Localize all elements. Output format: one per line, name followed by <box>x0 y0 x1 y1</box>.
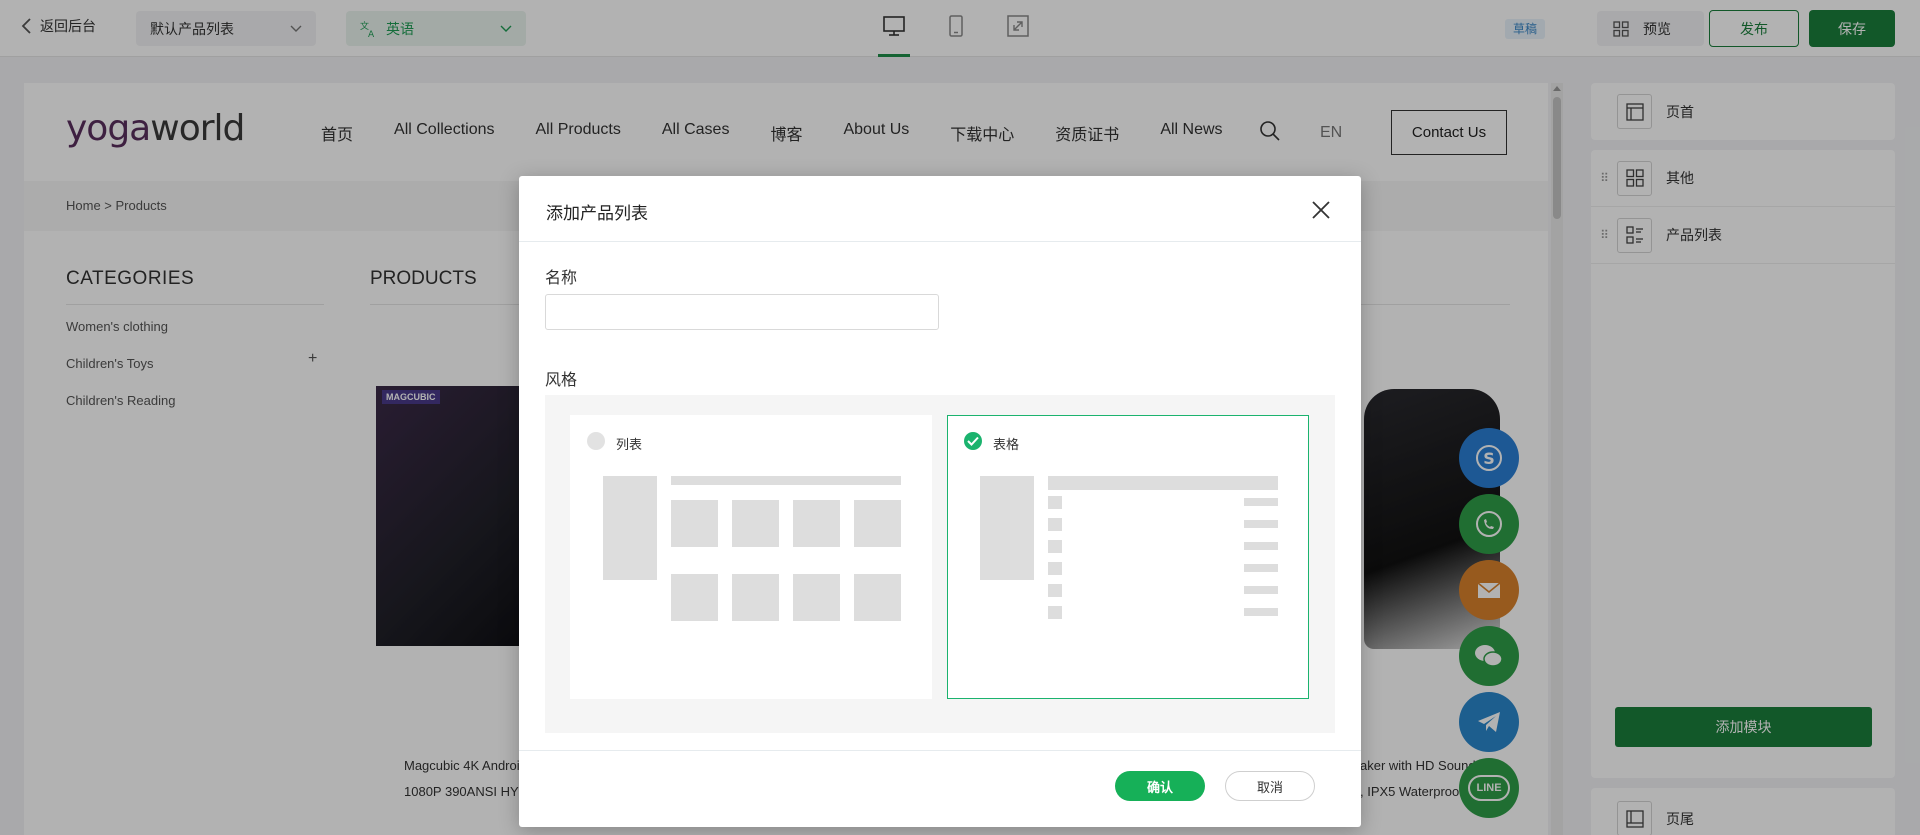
thumbnail-placeholder <box>854 500 901 547</box>
thumbnail-placeholder <box>671 500 718 547</box>
divider <box>519 750 1361 751</box>
dialog-header: 添加产品列表 <box>519 176 1361 242</box>
row-placeholder <box>1048 518 1062 531</box>
add-product-list-dialog: 添加产品列表 名称 风格 列表 表格 确认 取消 <box>519 176 1361 827</box>
row-placeholder <box>1048 562 1062 575</box>
row-placeholder <box>1244 608 1278 616</box>
thumbnail-placeholder <box>603 476 657 580</box>
name-label: 名称 <box>545 270 578 287</box>
radio-checked[interactable] <box>964 432 982 450</box>
style-label: 风格 <box>545 372 578 389</box>
thumbnail-placeholder <box>793 500 840 547</box>
row-placeholder <box>1048 606 1062 619</box>
thumbnail-placeholder <box>793 574 840 621</box>
row-placeholder <box>1244 498 1278 506</box>
radio-unchecked[interactable] <box>587 432 605 450</box>
dialog-title: 添加产品列表 <box>546 204 648 223</box>
thumbnail-placeholder <box>732 500 779 547</box>
thumbnail-placeholder <box>671 574 718 621</box>
name-input[interactable] <box>545 294 939 330</box>
confirm-button[interactable]: 确认 <box>1115 771 1205 801</box>
bar-placeholder <box>671 476 901 485</box>
bar-placeholder <box>1048 476 1278 490</box>
row-placeholder <box>1048 540 1062 553</box>
row-placeholder <box>1048 584 1062 597</box>
style-option-label: 列表 <box>616 437 643 452</box>
close-icon[interactable] <box>1310 199 1332 221</box>
thumbnail-placeholder <box>980 476 1034 580</box>
style-option-table[interactable]: 表格 <box>947 415 1309 699</box>
row-placeholder <box>1244 542 1278 550</box>
row-placeholder <box>1244 520 1278 528</box>
row-placeholder <box>1048 496 1062 509</box>
style-option-label: 表格 <box>993 437 1020 452</box>
cancel-button[interactable]: 取消 <box>1225 771 1315 801</box>
style-option-list[interactable]: 列表 <box>570 415 932 699</box>
check-icon <box>967 436 979 446</box>
row-placeholder <box>1244 564 1278 572</box>
thumbnail-placeholder <box>854 574 901 621</box>
style-options: 列表 表格 <box>545 395 1335 733</box>
row-placeholder <box>1244 586 1278 594</box>
thumbnail-placeholder <box>732 574 779 621</box>
